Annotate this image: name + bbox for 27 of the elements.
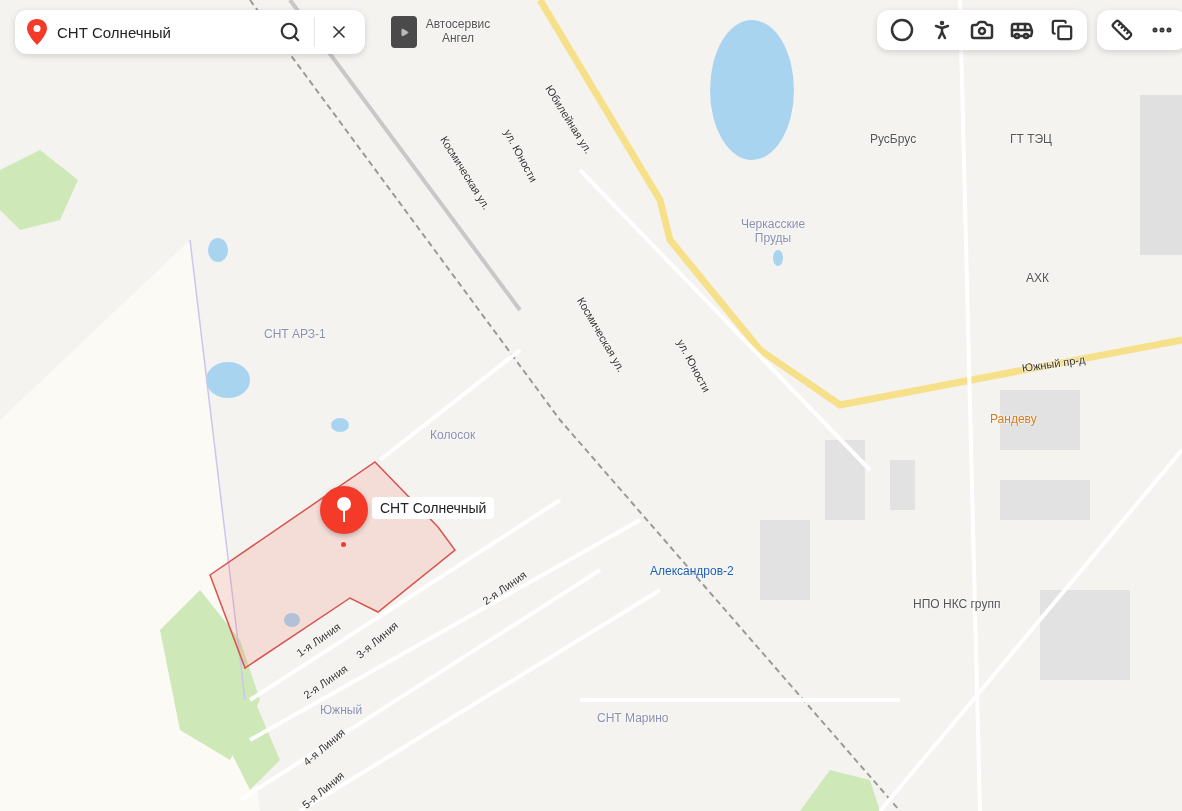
pond — [331, 418, 349, 432]
triangle-icon — [399, 27, 409, 37]
place-label: Александров-2 — [650, 565, 734, 579]
place-label: Черкасские Пруды — [739, 218, 807, 246]
place-label: ГТ ТЭЦ — [1010, 133, 1052, 147]
place-label: Колосок — [430, 429, 476, 443]
place-label: Южный — [320, 704, 363, 718]
location-dot — [341, 542, 346, 547]
collapse-button[interactable] — [391, 16, 417, 48]
place-label: РусБрус — [870, 133, 917, 147]
place-label: СНТ АРЗ-1 — [264, 328, 326, 342]
pushpin-icon — [335, 496, 353, 524]
place-label: Рандеву — [990, 413, 1037, 427]
place-label: Автосервис Ангел — [424, 18, 492, 46]
place-label: АХК — [1026, 272, 1049, 286]
pond — [206, 362, 250, 398]
pond — [208, 238, 228, 262]
street-label: Южный пр-д — [1021, 353, 1087, 375]
pin-icon — [27, 19, 47, 45]
place-name[interactable]: СНТ Солнечный — [372, 497, 495, 519]
search-input[interactable]: СНТ Солнечный — [55, 22, 266, 42]
pond — [284, 613, 300, 627]
pond — [773, 250, 783, 266]
map-pin[interactable] — [320, 486, 368, 534]
search-field[interactable]: СНТ Солнечный — [15, 10, 365, 54]
place-label: НПО НКС групп — [913, 598, 1001, 612]
place-label: СНТ Марино — [597, 712, 669, 726]
